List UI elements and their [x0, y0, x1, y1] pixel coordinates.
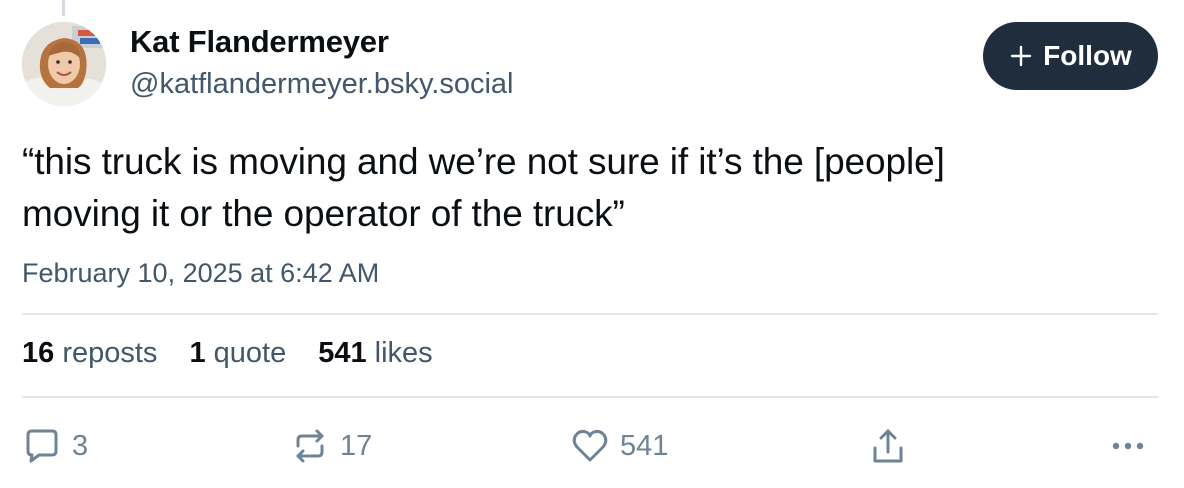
quotes-label: quote	[213, 337, 287, 369]
post-text: “this truck is moving and we’re not sure…	[22, 136, 1152, 240]
quotes-count: 1	[189, 337, 206, 369]
likes-stat[interactable]: 541 likes	[318, 337, 432, 370]
heart-icon	[570, 426, 610, 466]
more-dots-icon	[1108, 426, 1148, 466]
divider	[22, 396, 1158, 398]
repost-button[interactable]: 17	[290, 426, 372, 466]
follow-button-label: Follow	[1043, 40, 1132, 71]
reply-button[interactable]: 3	[22, 426, 88, 466]
follow-button[interactable]: Follow	[983, 22, 1158, 90]
share-icon	[868, 426, 908, 466]
reposts-count: 16	[22, 337, 55, 369]
plus-icon	[1009, 44, 1033, 68]
quotes-stat[interactable]: 1 quote	[189, 337, 286, 370]
reposts-stat[interactable]: 16 reposts	[22, 337, 157, 370]
like-button[interactable]: 541	[570, 426, 668, 466]
post-timestamp[interactable]: February 10, 2025 at 6:42 AM	[22, 258, 379, 289]
reply-icon	[22, 426, 62, 466]
author-display-name[interactable]: Kat Flandermeyer	[130, 24, 389, 60]
share-button[interactable]	[868, 426, 908, 466]
like-count: 541	[620, 429, 669, 462]
repost-icon	[290, 426, 330, 466]
repost-count: 17	[340, 429, 373, 462]
likes-label: likes	[374, 337, 433, 369]
reply-count: 3	[72, 429, 89, 462]
divider	[22, 313, 1158, 315]
author-handle[interactable]: @katflandermeyer.bsky.social	[130, 68, 514, 101]
post-text-line: “this truck is moving and we’re not sure…	[22, 141, 945, 182]
post-stats: 16 reposts 1 quote 541 likes	[22, 337, 433, 370]
avatar[interactable]	[22, 22, 106, 106]
likes-count: 541	[318, 337, 367, 369]
reposts-label: reposts	[62, 337, 158, 369]
post-text-line: moving it or the operator of the truck”	[22, 193, 625, 234]
user-avatar-photo-icon	[22, 22, 106, 106]
thread-connector-line	[62, 0, 65, 16]
more-options-button[interactable]	[1108, 426, 1148, 466]
